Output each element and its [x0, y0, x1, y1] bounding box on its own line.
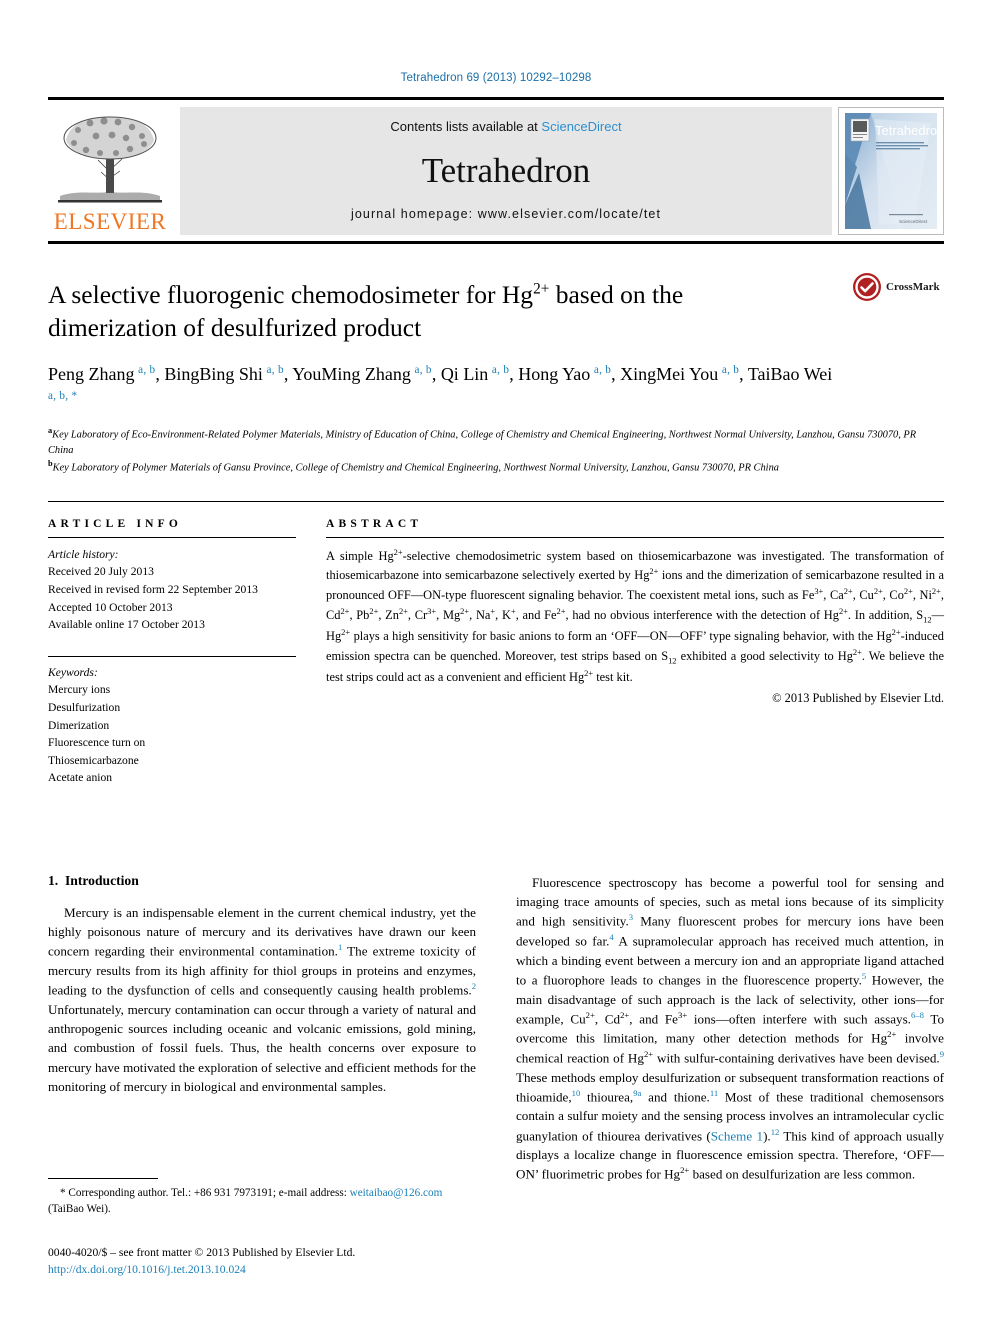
author-separator: ,: [431, 364, 441, 385]
crossmark-icon: [853, 273, 881, 301]
journal-cover-thumbnail: Tetrahedron ScienceDirect: [838, 107, 944, 235]
keyword-item: Mercury ions: [48, 683, 111, 697]
section-number: 1.: [48, 873, 59, 889]
title-part-2: based on the: [549, 280, 684, 309]
corresponding-author-footnote: * Corresponding author. Tel.: +86 931 79…: [48, 1178, 468, 1217]
cover-artwork: Tetrahedron ScienceDirect: [845, 113, 937, 229]
section-label: Introduction: [65, 873, 139, 889]
author-affiliation-marker: a, b: [721, 364, 740, 377]
keyword-item: Fluorescence turn on: [48, 736, 146, 750]
body-column-left: 1. Introduction Mercury is an indispensa…: [48, 873, 476, 1184]
sciencedirect-link[interactable]: ScienceDirect: [541, 119, 621, 134]
svg-text:ScienceDirect: ScienceDirect: [899, 219, 928, 224]
scheme-1-link[interactable]: Scheme 1: [711, 1128, 763, 1143]
title-superscript: 2+: [533, 280, 550, 298]
abstract-heading: ABSTRACT: [326, 517, 423, 530]
contents-prefix: Contents lists available at: [390, 119, 542, 134]
issn-front-matter: 0040-4020/$ – see front matter © 2013 Pu…: [48, 1246, 356, 1259]
crossmark-badge[interactable]: CrossMark: [852, 272, 944, 302]
corresponding-email-link[interactable]: weitaibao@126.com: [350, 1187, 443, 1199]
article-history-item: Received 20 July 2013: [48, 565, 154, 579]
keyword-item: Acetate anion: [48, 771, 113, 785]
keywords-rule: [48, 655, 296, 657]
keyword-item: Dimerization: [48, 718, 110, 732]
article-info-rule: [48, 536, 296, 538]
title-part-3: dimerization of desulfurized product: [48, 313, 422, 343]
author-name: BingBing Shi: [164, 364, 267, 385]
keywords-items: Mercury ions Desulfurization Dimerization F…: [48, 681, 296, 787]
author-name: TaiBao Wei: [747, 364, 836, 385]
author-name: Qi Lin: [440, 364, 492, 385]
intro-paragraph-2: Fluorescence spectroscopy has become a p…: [516, 875, 945, 1182]
article-info-column: ARTICLE INFO Article history: Received 2…: [48, 518, 296, 787]
author-name: Hong Yao: [518, 364, 594, 385]
crossmark-label: CrossMark: [886, 281, 940, 293]
abstract-rule: [326, 536, 944, 538]
body-column-right: Fluorescence spectroscopy has become a p…: [516, 873, 944, 1184]
footnote-suffix: (TaiBao Wei).: [48, 1203, 111, 1216]
article-history: Article history: Received 20 July 2013 Re…: [48, 546, 296, 634]
article-history-label: Article history:: [48, 547, 119, 561]
affiliation-text: Key Laboratory of Eco-Environment-Relate…: [48, 429, 917, 456]
keywords-block: Keywords: Mercury ions Desulfurization Dim…: [48, 655, 296, 787]
author-affiliation-marker: a, b: [491, 364, 510, 377]
author-affiliation-marker: a, b, *: [48, 390, 78, 403]
elsevier-tree-icon: [58, 116, 162, 203]
article-body: 1. Introduction Mercury is an indispensa…: [48, 873, 944, 1184]
abstract-text: A simple Hg2+-selective chemodosimetric …: [326, 546, 945, 685]
section-heading-introduction: 1. Introduction: [48, 873, 476, 889]
abstract-column: ABSTRACT A simple Hg2+-selective chemodo…: [326, 518, 944, 787]
author-affiliation-marker: a, b: [266, 364, 284, 377]
masthead-center-panel: Contents lists available at ScienceDirec…: [180, 107, 832, 235]
keyword-item: Thiosemicarbazone: [48, 753, 139, 767]
article-info-heading: ARTICLE INFO: [48, 517, 183, 530]
doi-link[interactable]: http://dx.doi.org/10.1016/j.tet.2013.10.…: [48, 1261, 355, 1278]
journal-title: Tetrahedron: [421, 151, 591, 190]
abstract-copyright: © 2013 Published by Elsevier Ltd.: [772, 690, 944, 705]
article-history-item: Available online 17 October 2013: [48, 618, 205, 632]
author-list: Peng Zhang a, b, BingBing Shi a, b, YouM…: [48, 361, 838, 413]
running-head: Tetrahedron 69 (2013) 10292–10298: [400, 72, 592, 84]
author-separator: ,: [739, 364, 748, 385]
journal-masthead: ELSEVIER Contents lists available at Sci…: [48, 97, 944, 244]
info-abstract-section: ARTICLE INFO Article history: Received 2…: [48, 500, 944, 787]
article-history-items: Received 20 July 2013 Received in revised…: [48, 563, 296, 633]
author-name: Peng Zhang: [48, 364, 139, 385]
affiliation-list: aKey Laboratory of Eco-Environment-Relat…: [48, 425, 928, 476]
elsevier-wordmark: ELSEVIER: [53, 209, 167, 234]
svg-text:Tetrahedron: Tetrahedron: [875, 123, 937, 138]
author-affiliation-marker: a, b: [414, 364, 432, 377]
affiliation: aKey Laboratory of Eco-Environment-Relat…: [48, 425, 928, 458]
elsevier-logo: ELSEVIER: [48, 107, 172, 235]
journal-homepage[interactable]: journal homepage: www.elsevier.com/locat…: [351, 207, 661, 221]
title-part-1: A selective fluorogenic chemodosimeter f…: [48, 280, 534, 309]
page-footer: 0040-4020/$ – see front matter © 2013 Pu…: [48, 1244, 355, 1279]
author-separator: ,: [283, 364, 293, 385]
footnote-text: * Corresponding author. Tel.: +86 931 79…: [48, 1185, 468, 1217]
author-affiliation-marker: a, b: [593, 364, 612, 377]
author-affiliation-marker: a, b: [138, 364, 156, 377]
affiliation-text: Key Laboratory of Polymer Materials of G…: [52, 462, 779, 474]
article-history-item: Accepted 10 October 2013: [48, 600, 173, 614]
author-separator: ,: [509, 364, 519, 385]
author-name: YouMing Zhang: [292, 364, 415, 385]
keyword-item: Desulfurization: [48, 700, 121, 714]
page-title: A selective fluorogenic chemodosimeter f…: [48, 278, 788, 344]
title-block: CrossMark A selective fluorogenic chemod…: [48, 273, 944, 477]
paper-page: Tetrahedron 69 (2013) 10292–10298 ELSEVI…: [0, 0, 992, 1323]
contents-available-line: Contents lists available at ScienceDirec…: [390, 119, 621, 134]
footnote-prefix: * Corresponding author. Tel.: +86 931 79…: [60, 1187, 350, 1199]
intro-paragraph-1: Mercury is an indispensable element in t…: [48, 905, 476, 1094]
article-history-item: Received in revised form 22 September 20…: [48, 582, 258, 596]
keywords-label: Keywords:: [48, 665, 98, 679]
affiliation: bKey Laboratory of Polymer Materials of …: [48, 458, 928, 476]
author-separator: ,: [611, 364, 621, 385]
author-name: XingMei You: [620, 364, 722, 385]
footnote-rule: [48, 1178, 158, 1179]
